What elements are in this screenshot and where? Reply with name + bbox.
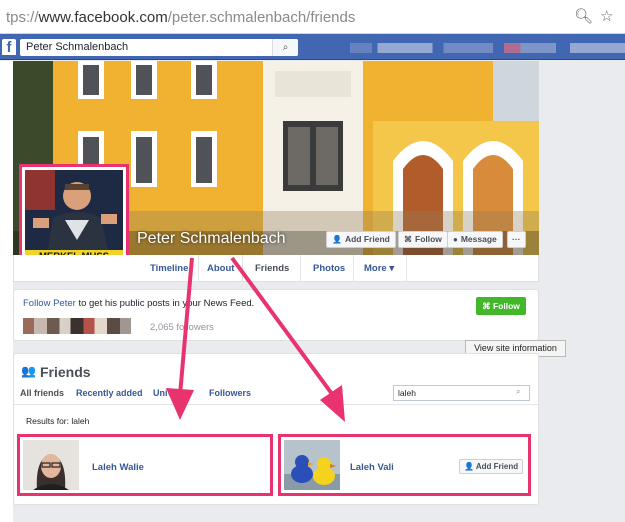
more-options-button[interactable]: ··· bbox=[507, 231, 526, 248]
friends-tab-recent[interactable]: Recently added bbox=[76, 388, 143, 398]
profile-name[interactable]: Peter Schmalenbach bbox=[137, 230, 286, 248]
url-path: /peter.schmalenbach/friends bbox=[167, 9, 356, 26]
friends-tab-followers[interactable]: Followers bbox=[209, 388, 251, 398]
rss-icon: ⌘ bbox=[404, 235, 412, 244]
message-label: Message bbox=[460, 234, 497, 244]
facebook-logo-icon[interactable]: f bbox=[2, 39, 16, 56]
follow-green-label: Follow bbox=[492, 301, 520, 311]
followers-count[interactable]: 2,065 followers bbox=[150, 322, 214, 333]
friend-name-link[interactable]: Laleh Walie bbox=[92, 462, 144, 473]
tab-divider bbox=[242, 255, 243, 282]
add-person-icon: 👤 bbox=[332, 235, 342, 244]
star-icon[interactable]: ☆ bbox=[600, 7, 613, 25]
left-margin bbox=[0, 61, 13, 522]
add-friend-button[interactable]: 👤 Add Friend bbox=[459, 459, 524, 474]
search-results-label: Results for: laleh bbox=[26, 416, 90, 426]
url-text[interactable]: tps://www.facebook.com/peter.schmalenbac… bbox=[6, 9, 355, 26]
follow-link[interactable]: Follow Peter bbox=[23, 298, 76, 309]
tab-about[interactable]: About bbox=[207, 263, 234, 274]
magnifier-icon[interactable]: 🔍︎ bbox=[574, 7, 593, 25]
url-prefix: tps:// bbox=[6, 9, 39, 26]
follower-avatars-blurred bbox=[23, 318, 131, 334]
search-icon[interactable]: ⌕ bbox=[516, 387, 520, 397]
add-friend-label: Add Friend bbox=[475, 462, 519, 471]
rss-icon: ⌘ bbox=[482, 301, 493, 311]
follow-prompt: Follow Peter to get his public posts in … bbox=[23, 298, 254, 309]
friend-name-link[interactable]: Laleh Vali bbox=[350, 462, 394, 473]
divider bbox=[13, 404, 539, 405]
tab-friends[interactable]: Friends bbox=[255, 263, 289, 274]
friend-result-card[interactable]: Laleh Walie bbox=[17, 434, 273, 496]
follow-button[interactable]: ⌘ Follow bbox=[398, 231, 448, 248]
follow-green-button[interactable]: ⌘ Follow bbox=[476, 297, 526, 315]
friend-avatar[interactable] bbox=[23, 440, 79, 490]
add-person-icon: 👤 bbox=[464, 462, 476, 471]
friends-search-input[interactable]: laleh bbox=[393, 385, 530, 401]
follow-label: Follow bbox=[415, 234, 442, 244]
messenger-icon: ● bbox=[453, 235, 458, 244]
tab-more[interactable]: More ▾ bbox=[364, 263, 394, 274]
tab-photos[interactable]: Photos bbox=[313, 263, 345, 274]
browser-address-bar[interactable]: tps://www.facebook.com/peter.schmalenbac… bbox=[0, 0, 625, 34]
facebook-header: f Peter Schmalenbach ⌕ bbox=[0, 34, 625, 60]
add-friend-label: Add Friend bbox=[344, 234, 390, 244]
tab-divider bbox=[353, 255, 354, 282]
tab-divider bbox=[300, 255, 301, 282]
url-domain: www.facebook.com bbox=[38, 9, 168, 26]
facebook-search-input[interactable]: Peter Schmalenbach bbox=[20, 39, 298, 56]
tab-divider bbox=[406, 255, 407, 282]
tab-timeline[interactable]: Timeline bbox=[150, 263, 188, 274]
friends-icon: 👥 bbox=[21, 364, 36, 378]
friends-tab-university[interactable]: Univ bbox=[153, 388, 173, 398]
profile-tabs: Timeline About Friends Photos More ▾ bbox=[13, 255, 539, 282]
profile-photo: MERKEL MUSS WEG! bbox=[25, 170, 123, 264]
tab-divider bbox=[198, 255, 199, 282]
follow-card: Follow Peter to get his public posts in … bbox=[13, 289, 539, 341]
search-icon[interactable]: ⌕ bbox=[272, 39, 298, 56]
message-button[interactable]: ● Message bbox=[447, 231, 503, 248]
friends-heading: Friends bbox=[40, 364, 91, 380]
friend-avatar[interactable] bbox=[284, 440, 340, 490]
add-friend-button[interactable]: 👤 Add Friend bbox=[326, 231, 396, 248]
follow-prompt-text: to get his public posts in your News Fee… bbox=[75, 298, 255, 309]
blurred-nav-area bbox=[350, 43, 625, 53]
screenshot-root: tps://www.facebook.com/peter.schmalenbac… bbox=[0, 0, 625, 522]
friend-result-card[interactable]: Laleh Vali 👤 Add Friend bbox=[278, 434, 531, 496]
friends-tab-all[interactable]: All friends bbox=[20, 388, 64, 398]
